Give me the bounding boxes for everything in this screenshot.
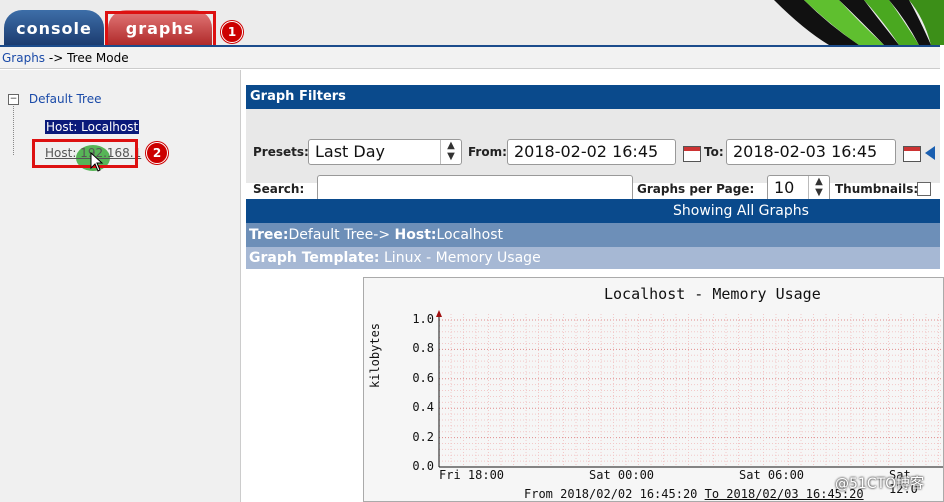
graphs-per-page-label: Graphs per Page: xyxy=(637,182,755,196)
x-tick-label: Fri 18:00 xyxy=(439,468,505,482)
graph-grid xyxy=(439,314,943,468)
decorative-logo-graphic xyxy=(734,0,944,45)
tree-path-host-label: Host: xyxy=(394,227,437,243)
presets-value: Last Day xyxy=(315,142,386,161)
y-tick-label: 0.8 xyxy=(412,341,434,356)
presets-label: Presets: xyxy=(253,145,309,159)
memory-usage-graph[interactable]: Localhost - Memory Usage kilobytes 1.0 0.… xyxy=(363,277,944,502)
breadcrumb-graphs-link[interactable]: Graphs xyxy=(2,51,45,65)
y-tick-label: 1.0 xyxy=(412,312,434,326)
watermark: @51CTO博客 xyxy=(835,476,925,492)
tree-root-label[interactable]: Default Tree xyxy=(29,92,102,106)
shift-back-arrow-icon[interactable] xyxy=(925,146,935,160)
tree-path-tree-value: Default Tree-> xyxy=(288,227,391,243)
tree-path-bar: Tree:Default Tree-> Host:Localhost xyxy=(246,223,940,247)
graph-time-range: From 2018/02/02 16:45:20 To 2018/02/03 1… xyxy=(524,487,864,501)
graph-filters-title: Graph Filters xyxy=(246,85,940,109)
tab-console[interactable]: console xyxy=(4,10,104,45)
showing-all-graphs-bar: Showing All Graphs xyxy=(246,199,940,223)
to-date-input[interactable]: 2018-02-03 16:45 xyxy=(726,139,896,165)
from-label: From: xyxy=(468,145,507,159)
graph-from-text: From 2018/02/02 16:45:20 xyxy=(524,487,698,501)
tree-path-host-value: Localhost xyxy=(436,227,504,243)
y-tick-label: 0.6 xyxy=(412,370,434,385)
search-label: Search: xyxy=(253,182,305,196)
tree-path-tree-label: Tree: xyxy=(249,227,289,243)
x-tick-label: Sat 06:00 xyxy=(739,468,805,482)
tree-item-host-localhost[interactable]: Host: Localhost xyxy=(45,120,140,134)
thumbnails-checkbox[interactable] xyxy=(917,182,931,196)
collapse-icon[interactable]: − xyxy=(8,94,19,105)
to-label: To: xyxy=(704,145,724,159)
to-calendar-icon[interactable] xyxy=(903,146,921,162)
y-tick-label: 0.0 xyxy=(412,459,434,473)
y-tick-label: 0.2 xyxy=(412,429,434,444)
top-bar: console graphs 1 xyxy=(0,0,944,53)
annotation-marker-2: 2 xyxy=(146,142,168,164)
x-tick-label: Sat 00:00 xyxy=(589,468,655,482)
from-date-input[interactable]: 2018-02-02 16:45 xyxy=(507,139,676,165)
presets-select[interactable]: Last Day ▲ ▼ xyxy=(308,139,462,165)
highlight-box-host xyxy=(32,139,138,168)
y-axis-arrow-icon xyxy=(436,310,442,317)
from-calendar-icon[interactable] xyxy=(683,146,701,162)
mouse-cursor-icon xyxy=(90,152,104,172)
annotation-marker-1: 1 xyxy=(221,21,243,43)
graph-template-value: Linux - Memory Usage xyxy=(384,250,541,266)
breadcrumb: Graphs -> Tree Mode xyxy=(0,45,940,69)
y-tick-label: 0.4 xyxy=(412,400,434,415)
tree-connector-line xyxy=(13,103,14,155)
graph-filters-body: Presets: Last Day ▲ ▼ From: 2018-02-02 16… xyxy=(246,109,940,202)
thumbnails-label: Thumbnails: xyxy=(835,182,919,196)
tree-sidebar: − Default Tree Host: Localhost Host: 192… xyxy=(0,70,241,502)
breadcrumb-trail: -> Tree Mode xyxy=(48,51,129,65)
graphs-per-page-select[interactable]: 10 ▲ ▼ xyxy=(767,175,830,202)
graph-filters-panel: Graph Filters Presets: Last Day ▲ ▼ From:… xyxy=(246,85,940,202)
select-chevron-icon: ▲ ▼ xyxy=(808,176,829,201)
graphs-per-page-value: 10 xyxy=(774,178,795,197)
graph-template-bar: Graph Template: Linux - Memory Usage xyxy=(246,247,940,269)
showing-all-graphs-text: Showing All Graphs xyxy=(673,203,809,219)
select-chevron-icon: ▲ ▼ xyxy=(440,140,461,164)
tree-root-default[interactable]: − Default Tree xyxy=(8,92,102,106)
graph-template-label: Graph Template: xyxy=(249,250,380,266)
search-input[interactable] xyxy=(317,175,633,202)
